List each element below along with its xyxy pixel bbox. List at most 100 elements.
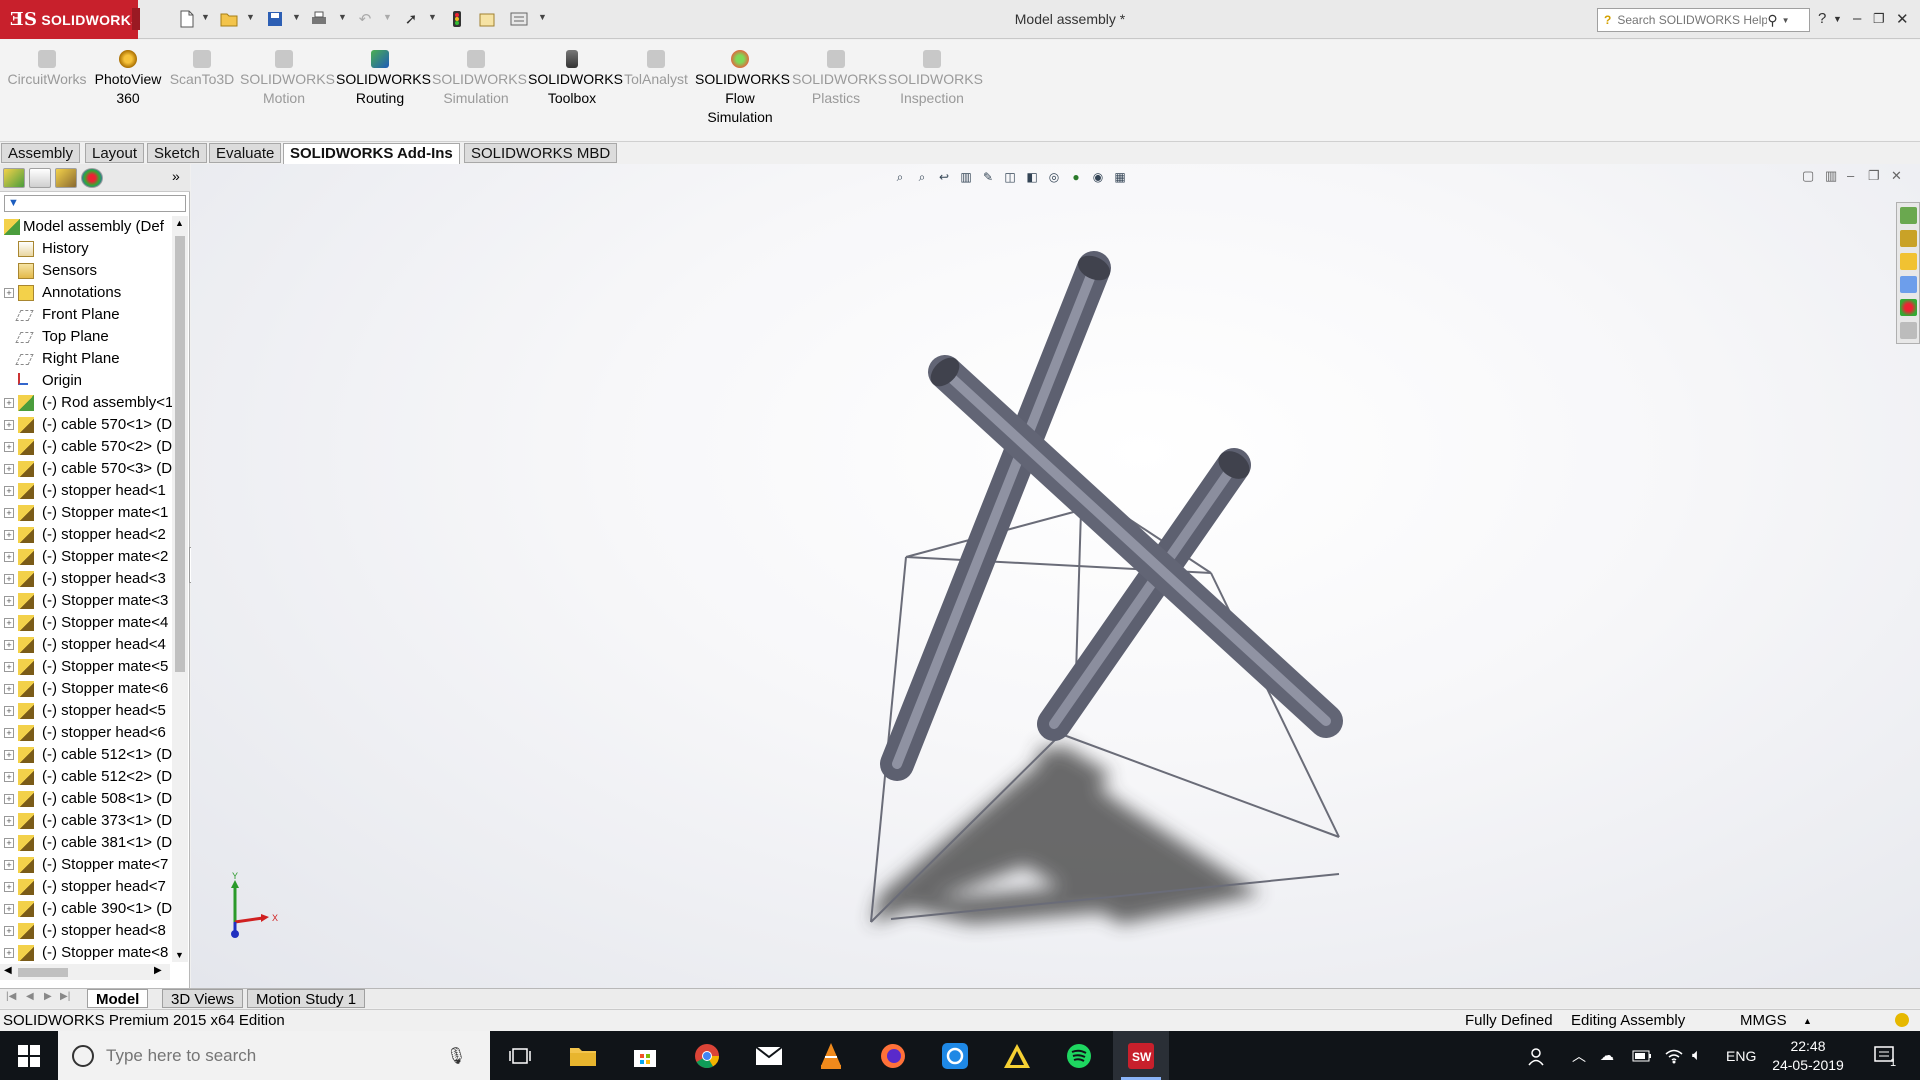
- taskbar-search-input[interactable]: [106, 1045, 446, 1066]
- expand-toggle-icon[interactable]: +: [4, 574, 14, 584]
- expand-toggle-icon[interactable]: +: [4, 904, 14, 914]
- rebuild-icon[interactable]: [446, 9, 468, 29]
- tree-item[interactable]: + (-) cable 570<1> (D: [0, 414, 172, 436]
- open-dropdown-icon[interactable]: ▼: [246, 12, 255, 22]
- tree-item[interactable]: Top Plane: [0, 326, 172, 348]
- people-icon[interactable]: [1528, 1031, 1548, 1080]
- tree-item[interactable]: + (-) Stopper mate<3: [0, 590, 172, 612]
- task-view-icon[interactable]: [492, 1031, 548, 1080]
- solidworks-logo[interactable]: ƎS SOLIDWORKS: [0, 0, 140, 39]
- tree-item[interactable]: Sensors: [0, 260, 172, 282]
- show-hidden-icons[interactable]: ︿: [1572, 1031, 1586, 1080]
- tab-solidworks-add-ins[interactable]: SOLIDWORKS Add-Ins: [283, 143, 460, 164]
- expand-toggle-icon[interactable]: +: [4, 662, 14, 672]
- tree-item[interactable]: + (-) Rod assembly<1: [0, 392, 172, 414]
- tab-motion-study-1[interactable]: Motion Study 1: [247, 989, 366, 1008]
- tree-root[interactable]: Model assembly (Def: [0, 216, 172, 238]
- property-manager-tab-icon[interactable]: [29, 168, 51, 188]
- tolanalyst-button[interactable]: TolAnalyst: [622, 50, 690, 89]
- expand-toggle-icon[interactable]: +: [4, 420, 14, 430]
- tree-item[interactable]: + (-) Stopper mate<2: [0, 546, 172, 568]
- sync-app-taskbar-icon[interactable]: [927, 1031, 983, 1080]
- tab-scroll-last-icon[interactable]: ▶|: [60, 991, 70, 1002]
- search-dropdown-icon[interactable]: ▼: [1782, 16, 1790, 25]
- tree-item[interactable]: + (-) cable 508<1> (D: [0, 788, 172, 810]
- expand-toggle-icon[interactable]: +: [4, 530, 14, 540]
- scroll-right-icon[interactable]: ▶: [154, 965, 162, 976]
- print-icon[interactable]: [308, 9, 330, 29]
- help-dropdown-icon[interactable]: ▼: [1833, 14, 1842, 24]
- autocad-taskbar-icon[interactable]: [989, 1031, 1045, 1080]
- tree-filter-field[interactable]: ▼: [4, 195, 186, 212]
- expand-toggle-icon[interactable]: +: [4, 486, 14, 496]
- chrome-taskbar-icon[interactable]: [679, 1031, 735, 1080]
- display-manager-tab-icon[interactable]: [81, 168, 103, 188]
- expand-toggle-icon[interactable]: +: [4, 750, 14, 760]
- rebuild-status-icon[interactable]: [1895, 1013, 1909, 1027]
- firefox-taskbar-icon[interactable]: [865, 1031, 921, 1080]
- tree-item[interactable]: Origin: [0, 370, 172, 392]
- options-icon[interactable]: [508, 9, 530, 29]
- tree-item[interactable]: + (-) stopper head<2: [0, 524, 172, 546]
- tree-item[interactable]: + (-) cable 512<1> (D: [0, 744, 172, 766]
- tab-evaluate[interactable]: Evaluate: [209, 143, 282, 163]
- solidworks-inspection-button[interactable]: SOLIDWORKS Inspection: [888, 50, 983, 108]
- expand-toggle-icon[interactable]: +: [4, 794, 14, 804]
- options-dropdown-icon[interactable]: ▼: [538, 12, 547, 22]
- photoview-button[interactable]: PhotoView 360: [92, 50, 164, 108]
- tree-item[interactable]: Right Plane: [0, 348, 172, 370]
- print-dropdown-icon[interactable]: ▼: [338, 12, 347, 22]
- tree-item[interactable]: + (-) stopper head<6: [0, 722, 172, 744]
- microphone-icon[interactable]: 🎙: [446, 1046, 466, 1066]
- expand-toggle-icon[interactable]: +: [4, 508, 14, 518]
- tree-item[interactable]: + (-) cable 570<3> (D: [0, 458, 172, 480]
- start-button[interactable]: [0, 1031, 58, 1080]
- undo-dropdown-icon[interactable]: ▼: [383, 12, 392, 22]
- tree-item[interactable]: + (-) cable 390<1> (D: [0, 898, 172, 920]
- solidworks-routing-button[interactable]: SOLIDWORKS Routing: [336, 50, 431, 108]
- expand-toggle-icon[interactable]: +: [4, 684, 14, 694]
- expand-toggle-icon[interactable]: +: [4, 288, 14, 298]
- tab-scroll-prev-icon[interactable]: ◀: [26, 991, 34, 1002]
- tab-3d-views[interactable]: 3D Views: [162, 989, 244, 1008]
- new-dropdown-icon[interactable]: ▼: [201, 12, 210, 22]
- tab-scroll-next-icon[interactable]: ▶: [44, 991, 52, 1002]
- tensegrity-model[interactable]: [191, 164, 1920, 988]
- tab-solidworks-mbd[interactable]: SOLIDWORKS MBD: [464, 143, 618, 163]
- tree-item[interactable]: + (-) Stopper mate<1: [0, 502, 172, 524]
- taskbar-search-box[interactable]: 🎙: [58, 1031, 490, 1080]
- expand-toggle-icon[interactable]: +: [4, 860, 14, 870]
- onedrive-icon[interactable]: ☁: [1600, 1031, 1614, 1080]
- save-dropdown-icon[interactable]: ▼: [292, 12, 301, 22]
- tree-item[interactable]: + (-) Stopper mate<6: [0, 678, 172, 700]
- expand-toggle-icon[interactable]: +: [4, 816, 14, 826]
- expand-toggle-icon[interactable]: +: [4, 882, 14, 892]
- input-language[interactable]: ENG: [1726, 1031, 1756, 1080]
- tree-item[interactable]: + (-) cable 381<1> (D: [0, 832, 172, 854]
- tree-item[interactable]: + (-) stopper head<1: [0, 480, 172, 502]
- scanto3d-button[interactable]: ScanTo3D: [168, 50, 236, 89]
- tab-scroll-first-icon[interactable]: |◀: [6, 991, 16, 1002]
- tab-layout[interactable]: Layout: [85, 143, 145, 163]
- volume-icon[interactable]: 🔈︎: [1692, 1031, 1702, 1080]
- tree-item[interactable]: + (-) Stopper mate<7: [0, 854, 172, 876]
- tree-item[interactable]: + (-) cable 373<1> (D: [0, 810, 172, 832]
- tree-item[interactable]: + (-) cable 512<2> (D: [0, 766, 172, 788]
- expand-toggle-icon[interactable]: +: [4, 706, 14, 716]
- tab-model[interactable]: Model: [87, 989, 149, 1008]
- battery-icon[interactable]: [1632, 1031, 1652, 1080]
- tree-item[interactable]: + (-) Stopper mate<5: [0, 656, 172, 678]
- units-dropdown-icon[interactable]: ▲: [1803, 1010, 1812, 1032]
- new-document-icon[interactable]: [176, 9, 198, 29]
- solidworks-plastics-button[interactable]: SOLIDWORKS Plastics: [792, 50, 887, 108]
- select-dropdown-icon[interactable]: ▼: [428, 12, 437, 22]
- save-icon[interactable]: [264, 9, 286, 29]
- flow-simulation-button[interactable]: SOLIDWORKS Flow Simulation: [695, 50, 790, 127]
- solidworks-toolbox-button[interactable]: SOLIDWORKS Toolbox: [528, 50, 623, 108]
- tree-item[interactable]: + (-) stopper head<7: [0, 876, 172, 898]
- expand-panel-icon[interactable]: »: [172, 168, 180, 184]
- undo-icon[interactable]: ↶: [354, 9, 376, 29]
- tab-assembly[interactable]: Assembly: [1, 143, 81, 163]
- action-center-icon[interactable]: 1: [1874, 1031, 1896, 1080]
- tree-item[interactable]: + Annotations: [0, 282, 172, 304]
